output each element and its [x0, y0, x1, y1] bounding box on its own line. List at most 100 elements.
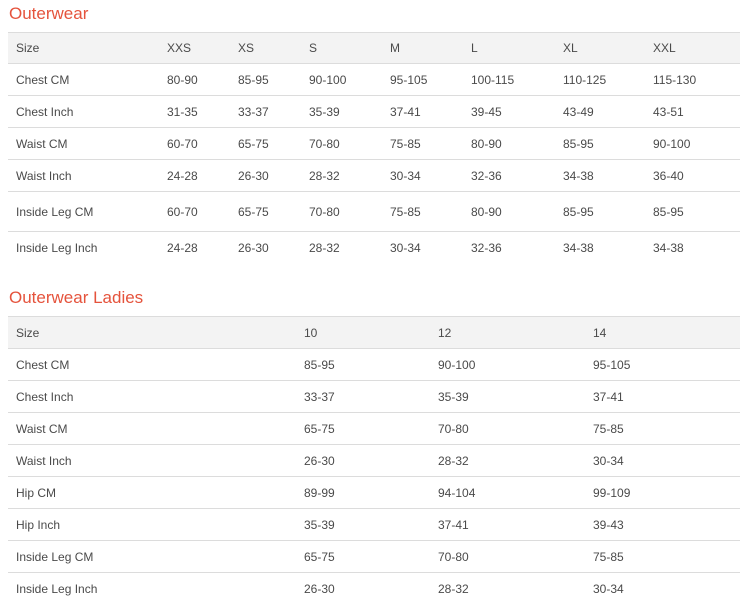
- table-row: Inside Leg CM 65-75 70-80 75-85: [8, 540, 740, 573]
- row-label: Inside Leg CM: [8, 540, 296, 573]
- table-cell: 90-100: [301, 63, 382, 96]
- table-cell: 94-104: [430, 476, 585, 509]
- table-cell: 95-105: [585, 348, 740, 381]
- column-header: 12: [430, 316, 585, 349]
- table-cell: 28-32: [430, 444, 585, 477]
- table-cell: 37-41: [585, 380, 740, 413]
- table-header-row: Size 10 12 14: [8, 316, 740, 349]
- row-label: Hip CM: [8, 476, 296, 509]
- row-label: Chest Inch: [8, 95, 159, 128]
- table-cell: 99-109: [585, 476, 740, 509]
- table-cell: 95-105: [382, 63, 463, 96]
- table-row: Chest CM 80-90 85-95 90-100 95-105 100-1…: [8, 63, 740, 96]
- table-cell: 36-40: [645, 159, 740, 192]
- table-cell: 75-85: [585, 412, 740, 445]
- column-header: L: [463, 32, 555, 64]
- table-cell: 32-36: [463, 159, 555, 192]
- table-cell: 24-28: [167, 240, 198, 255]
- row-label: Waist Inch: [8, 444, 296, 477]
- column-header: XXS: [159, 32, 230, 64]
- row-label: Chest Inch: [8, 380, 296, 413]
- table-cell: 75-85: [382, 191, 463, 232]
- table-cell: 31-35: [159, 95, 230, 128]
- table-cell: 39-45: [463, 95, 555, 128]
- table-row: Waist Inch 26-30 28-32 30-34: [8, 444, 740, 477]
- column-header: S: [301, 32, 382, 64]
- table-cell: 37-41: [382, 95, 463, 128]
- table-cell: 35-39: [430, 380, 585, 413]
- table-cell: 80-90: [463, 191, 555, 232]
- table-cell: 110-125: [555, 63, 645, 96]
- table-cell: 28-32: [438, 581, 469, 596]
- table-cell: 24-28: [159, 159, 230, 192]
- row-label: Inside Leg CM: [8, 191, 159, 232]
- table-row: Inside Leg CM 60-70 65-75 70-80 75-85 80…: [8, 191, 740, 232]
- column-header: M: [382, 32, 463, 64]
- outerwear-size-table: Size XXS XS S M L XL XXL Chest CM 80-90 …: [8, 32, 740, 264]
- table-cell: 100-115: [463, 63, 555, 96]
- table-row: Chest Inch 33-37 35-39 37-41: [8, 380, 740, 413]
- table-row: Inside Leg Inch 24-28 26-30 28-32 30-34 …: [8, 232, 740, 264]
- table-cell: 85-95: [230, 63, 301, 96]
- table-cell: 28-32: [309, 240, 340, 255]
- table-cell: 30-34: [382, 159, 463, 192]
- table-row: Waist Inch 24-28 26-30 28-32 30-34 32-36…: [8, 159, 740, 192]
- table-cell: 80-90: [463, 127, 555, 160]
- table-cell: 80-90: [159, 63, 230, 96]
- outerwear-ladies-size-table: Size 10 12 14 Chest CM 85-95 90-100 95-1…: [8, 316, 740, 605]
- table-cell: 75-85: [382, 127, 463, 160]
- row-label: Inside Leg Inch: [16, 581, 98, 596]
- table-cell: 35-39: [301, 95, 382, 128]
- table-cell: 85-95: [296, 348, 430, 381]
- table-cell: 85-95: [645, 191, 740, 232]
- table-cell: 34-38: [653, 240, 684, 255]
- table-cell: 70-80: [430, 540, 585, 573]
- table-cell: 33-37: [230, 95, 301, 128]
- column-header: XL: [555, 32, 645, 64]
- row-label: Inside Leg Inch: [16, 240, 98, 255]
- row-label: Waist Inch: [8, 159, 159, 192]
- row-label: Waist CM: [8, 127, 159, 160]
- table-cell: 60-70: [159, 127, 230, 160]
- table-cell: 30-34: [390, 240, 421, 255]
- table-cell: 26-30: [304, 581, 335, 596]
- table-cell: 65-75: [230, 127, 301, 160]
- table-cell: 43-51: [645, 95, 740, 128]
- table-cell: 90-100: [430, 348, 585, 381]
- table-cell: 32-36: [471, 240, 502, 255]
- column-header: 10: [296, 316, 430, 349]
- row-label: Chest CM: [8, 63, 159, 96]
- table-cell: 28-32: [301, 159, 382, 192]
- table-row: Chest CM 85-95 90-100 95-105: [8, 348, 740, 381]
- row-label: Chest CM: [8, 348, 296, 381]
- outerwear-ladies-title: Outerwear Ladies: [9, 288, 144, 307]
- table-row: Hip Inch 35-39 37-41 39-43: [8, 508, 740, 541]
- table-row: Inside Leg Inch 26-30 28-32 30-34: [8, 573, 740, 605]
- outerwear-title: Outerwear: [9, 4, 89, 23]
- table-row: Waist CM 65-75 70-80 75-85: [8, 412, 740, 445]
- table-cell: 70-80: [301, 191, 382, 232]
- table-cell: 26-30: [230, 159, 301, 192]
- table-cell: 30-34: [593, 581, 624, 596]
- table-cell: 37-41: [430, 508, 585, 541]
- column-header: 14: [585, 316, 740, 349]
- table-cell: 26-30: [238, 240, 269, 255]
- table-cell: 70-80: [430, 412, 585, 445]
- table-cell: 30-34: [585, 444, 740, 477]
- table-row: Waist CM 60-70 65-75 70-80 75-85 80-90 8…: [8, 127, 740, 160]
- table-cell: 65-75: [296, 412, 430, 445]
- table-cell: 85-95: [555, 127, 645, 160]
- table-cell: 43-49: [555, 95, 645, 128]
- table-cell: 65-75: [296, 540, 430, 573]
- table-row: Chest Inch 31-35 33-37 35-39 37-41 39-45…: [8, 95, 740, 128]
- column-header: XXL: [645, 32, 740, 64]
- table-row: Hip CM 89-99 94-104 99-109: [8, 476, 740, 509]
- table-cell: 70-80: [301, 127, 382, 160]
- table-cell: 34-38: [555, 159, 645, 192]
- table-cell: 89-99: [296, 476, 430, 509]
- table-cell: 85-95: [555, 191, 645, 232]
- table-cell: 39-43: [585, 508, 740, 541]
- table-header-row: Size XXS XS S M L XL XXL: [8, 32, 740, 64]
- table-cell: 65-75: [230, 191, 301, 232]
- column-header: XS: [230, 32, 301, 64]
